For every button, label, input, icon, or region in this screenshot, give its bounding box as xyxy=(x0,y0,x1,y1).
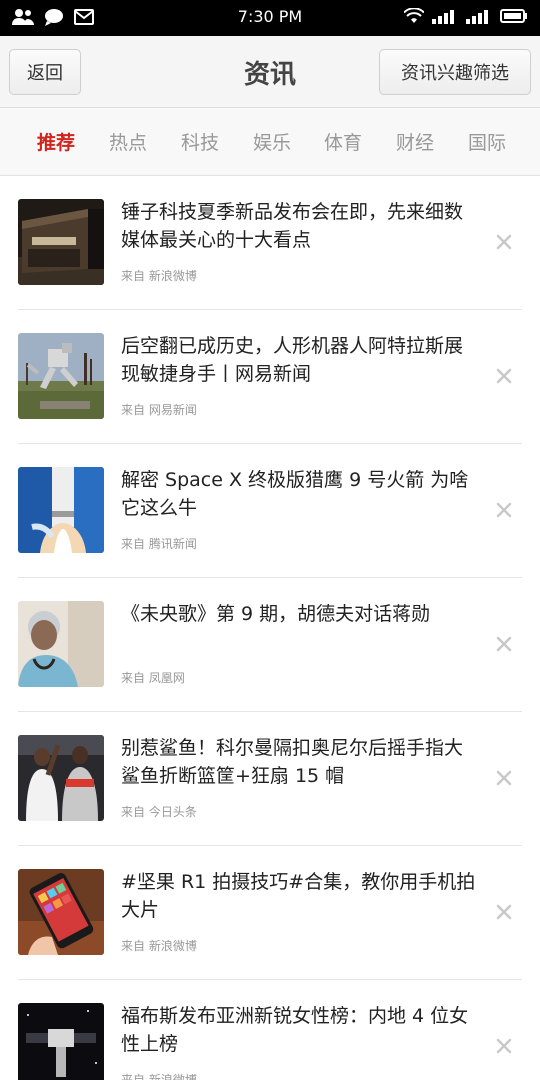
news-title: 别惹鲨鱼！科尔曼隔扣奥尼尔后摇手指大鲨鱼折断篮筐+狂扇 15 帽 xyxy=(121,737,464,787)
close-icon[interactable] xyxy=(494,768,514,788)
news-source: 来自 新浪微博 xyxy=(121,939,197,953)
tab-finance[interactable]: 财经 xyxy=(385,128,445,155)
close-icon[interactable] xyxy=(494,232,514,252)
news-thumbnail xyxy=(18,735,104,821)
space-photo xyxy=(18,1003,104,1080)
status-bar: 7:30 PM xyxy=(0,0,540,36)
news-item[interactable]: 锤子科技夏季新品发布会在即，先来细数媒体最关心的十大看点 来自 新浪微博 xyxy=(0,176,540,310)
close-icon[interactable] xyxy=(494,366,514,386)
status-right-icons xyxy=(403,7,528,28)
app-header: 返回 资讯 资讯兴趣筛选 xyxy=(0,36,540,108)
news-item[interactable]: 后空翻已成历史，人形机器人阿特拉斯展现敏捷身手丨网易新闻 来自 网易新闻 xyxy=(0,310,540,444)
news-thumbnail xyxy=(18,199,104,285)
news-source: 来自 新浪微博 xyxy=(121,269,197,283)
news-thumbnail xyxy=(18,1003,104,1080)
news-source: 来自 凤凰网 xyxy=(121,671,185,685)
rocket-photo xyxy=(18,467,104,553)
wifi-icon xyxy=(403,7,425,28)
news-title: 解密 Space X 终极版猎鹰 9 号火箭 为啥它这么牛 xyxy=(121,469,469,519)
close-icon[interactable] xyxy=(494,1036,514,1056)
close-icon[interactable] xyxy=(494,500,514,520)
news-title: 福布斯发布亚洲新锐女性榜：内地 4 位女性上榜 xyxy=(121,1005,469,1055)
tab-recommend[interactable]: 推荐 xyxy=(26,128,86,155)
phone-photo xyxy=(18,869,104,955)
news-item[interactable]: 福布斯发布亚洲新锐女性榜：内地 4 位女性上榜 来自 新浪微博 xyxy=(0,980,540,1080)
news-item[interactable]: 别惹鲨鱼！科尔曼隔扣奥尼尔后摇手指大鲨鱼折断篮筐+狂扇 15 帽 来自 今日头条 xyxy=(0,712,540,846)
news-item[interactable]: 解密 Space X 终极版猎鹰 9 号火箭 为啥它这么牛 来自 腾讯新闻 xyxy=(0,444,540,578)
news-source: 来自 网易新闻 xyxy=(121,403,197,417)
news-item[interactable]: #坚果 R1 拍摄技巧#合集，教你用手机拍大片 来自 新浪微博 xyxy=(0,846,540,980)
news-source: 来自 腾讯新闻 xyxy=(121,537,197,551)
close-icon[interactable] xyxy=(494,902,514,922)
news-title: 后空翻已成历史，人形机器人阿特拉斯展现敏捷身手丨网易新闻 xyxy=(121,335,464,385)
tab-international[interactable]: 国际 xyxy=(457,128,517,155)
tab-sports[interactable]: 体育 xyxy=(313,128,373,155)
signal-icon xyxy=(432,8,458,28)
tab-tech[interactable]: 科技 xyxy=(170,128,230,155)
news-title: #坚果 R1 拍摄技巧#合集，教你用手机拍大片 xyxy=(121,871,476,921)
close-icon[interactable] xyxy=(494,634,514,654)
building-photo xyxy=(18,199,104,285)
portrait-photo xyxy=(18,601,104,687)
battery-icon xyxy=(500,8,528,28)
interest-filter-button[interactable]: 资讯兴趣筛选 xyxy=(379,49,531,95)
news-source: 来自 新浪微博 xyxy=(121,1073,197,1080)
basketball-photo xyxy=(18,735,104,821)
news-thumbnail xyxy=(18,467,104,553)
news-title: 《未央歌》第 9 期，胡德夫对话蒋勋 xyxy=(121,603,431,625)
news-thumbnail xyxy=(18,333,104,419)
news-thumbnail xyxy=(18,869,104,955)
news-source: 来自 今日头条 xyxy=(121,805,197,819)
news-title: 锤子科技夏季新品发布会在即，先来细数媒体最关心的十大看点 xyxy=(121,201,464,251)
category-tabs: 推荐 热点 科技 娱乐 体育 财经 国际 xyxy=(0,108,540,176)
news-thumbnail xyxy=(18,601,104,687)
tab-entertainment[interactable]: 娱乐 xyxy=(242,128,302,155)
signal-2-icon xyxy=(466,8,492,28)
tab-hot[interactable]: 热点 xyxy=(98,128,158,155)
news-item[interactable]: 《未央歌》第 9 期，胡德夫对话蒋勋 来自 凤凰网 xyxy=(0,578,540,712)
robot-photo xyxy=(18,333,104,419)
